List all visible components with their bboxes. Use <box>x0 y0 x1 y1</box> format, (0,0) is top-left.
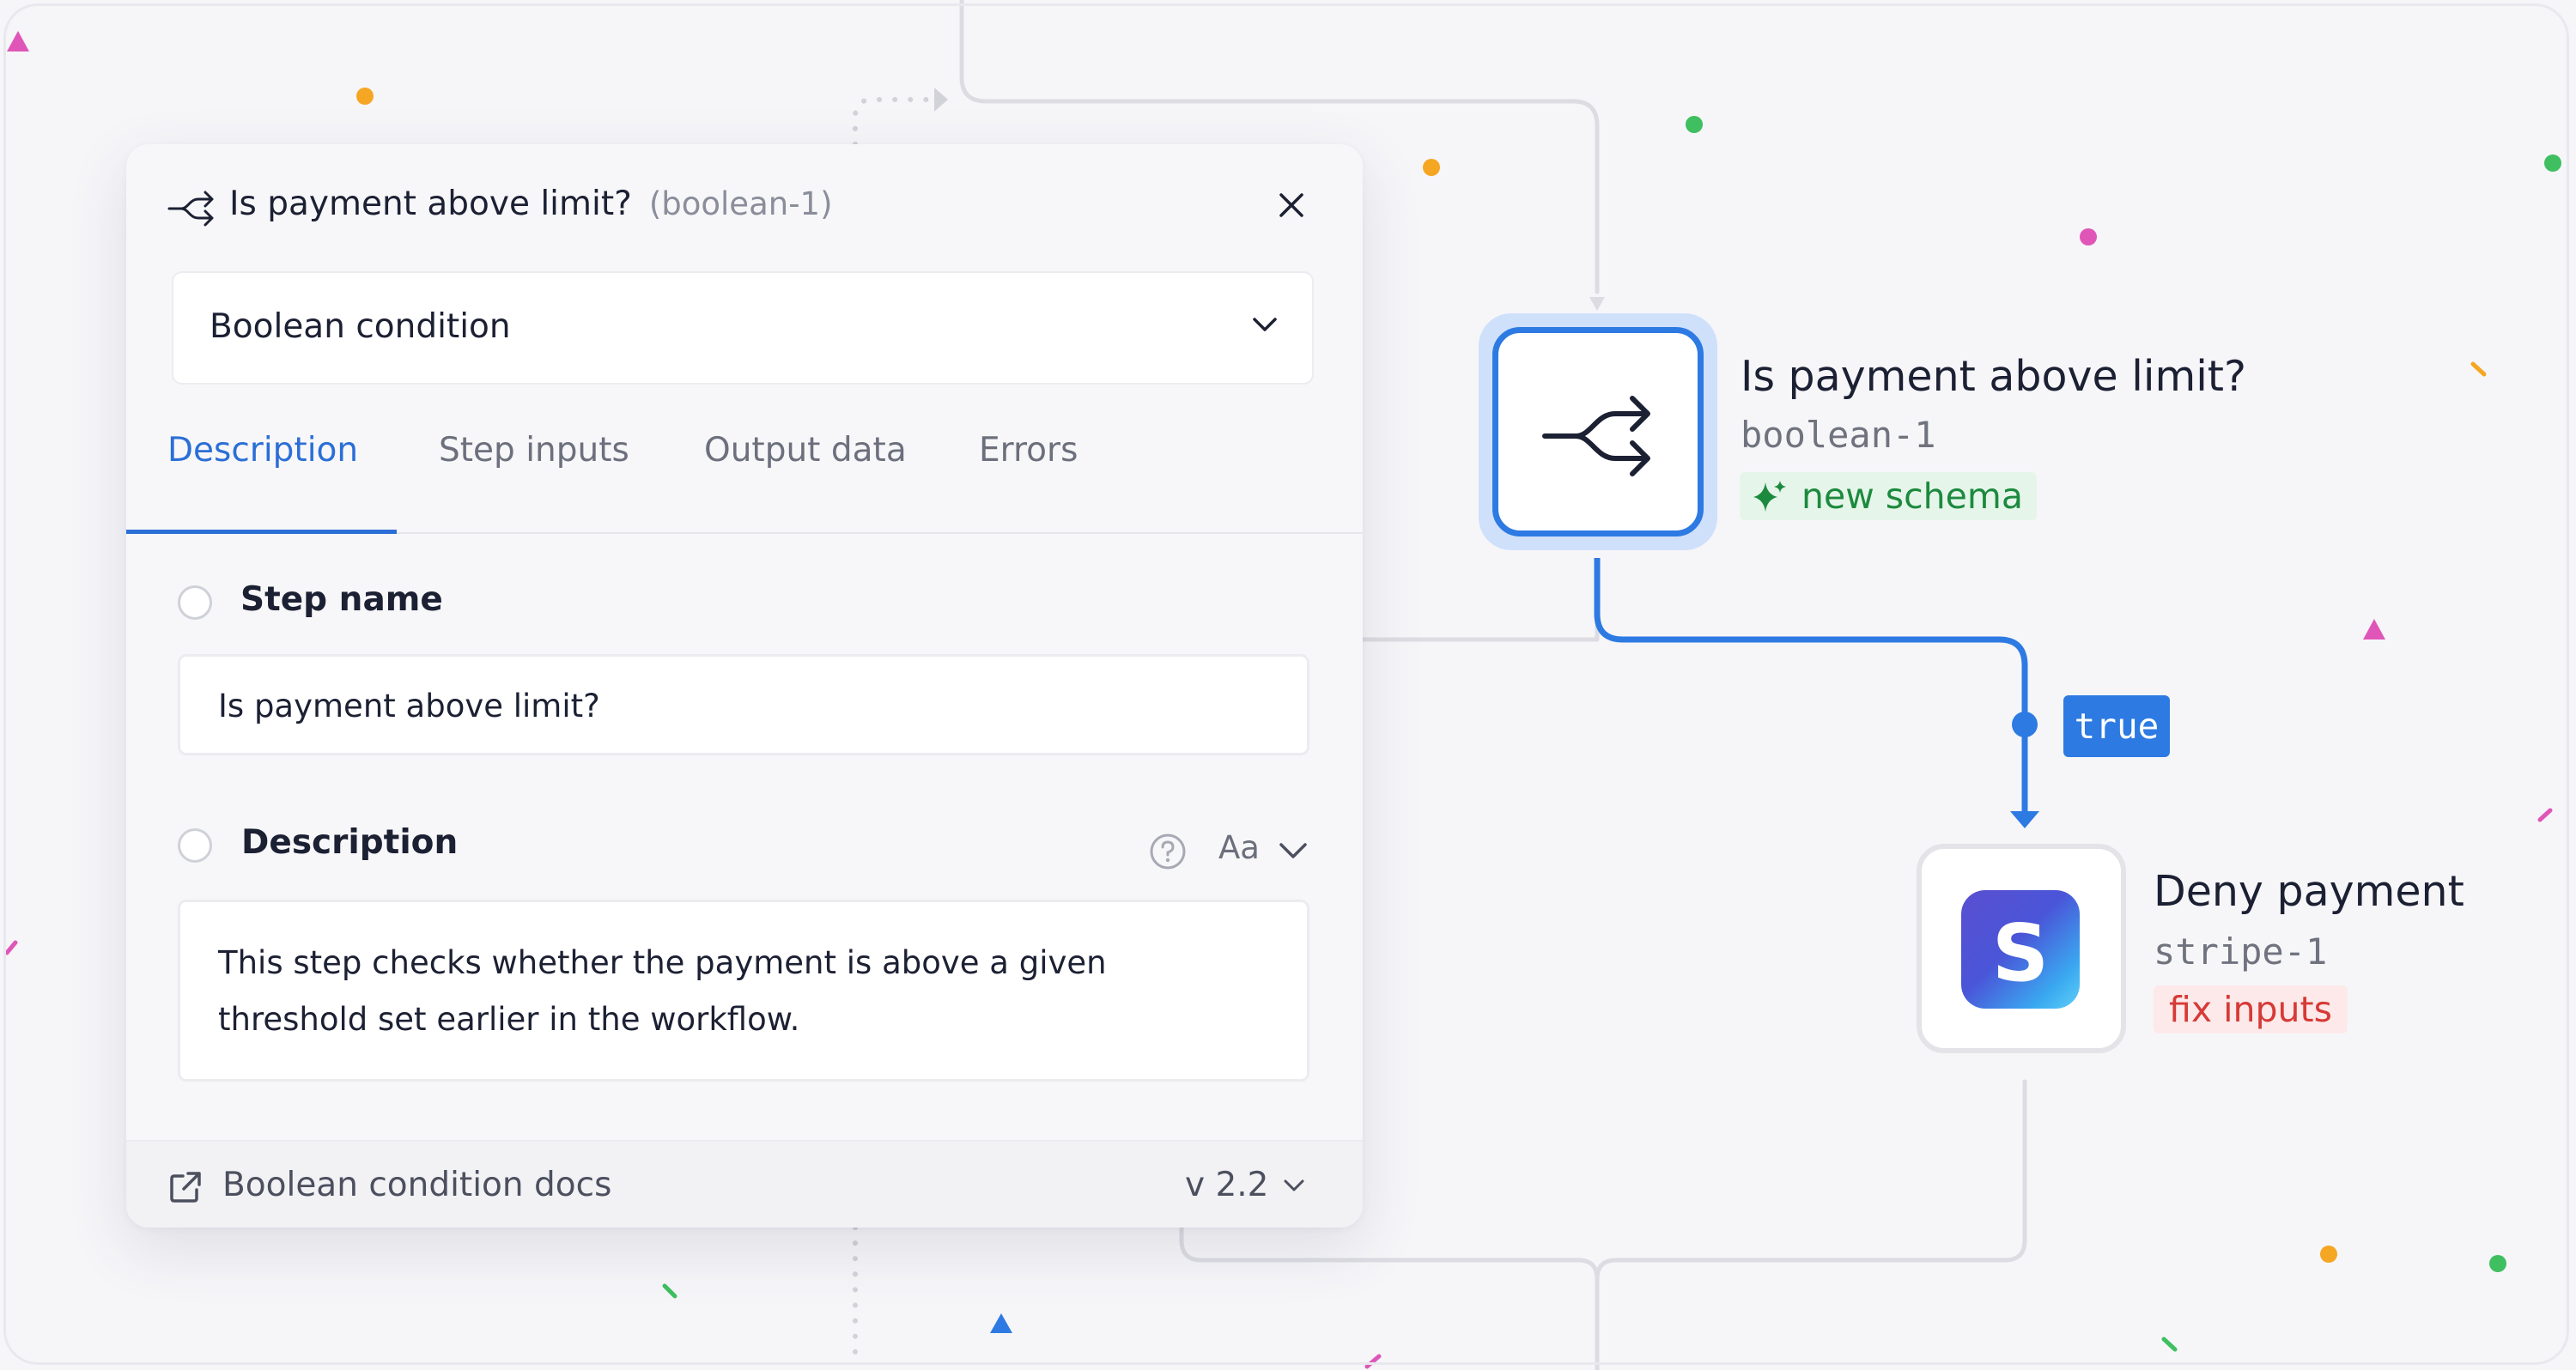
help-icon[interactable] <box>1149 833 1187 870</box>
panel-tabs: Description Step inputs Output data Erro… <box>126 402 1363 508</box>
step-name-value: Is payment above limit? <box>218 688 600 724</box>
step-name-radio[interactable] <box>178 585 212 620</box>
panel-title-text: Is payment above limit? <box>229 185 632 223</box>
tab-errors[interactable]: Errors <box>979 431 1078 470</box>
close-icon[interactable] <box>1279 192 1304 218</box>
new-schema-badge: new schema <box>1740 472 2037 520</box>
panel-header: Is payment above limit? (boolean-1) <box>126 144 1363 264</box>
panel-title-id: (boolean-1) <box>648 185 833 222</box>
step-config-panel: Is payment above limit? (boolean-1) Boole… <box>126 144 1363 1228</box>
arrow-head-in <box>1589 297 1605 311</box>
step-type-select[interactable]: Boolean condition <box>172 271 1314 385</box>
step-type-value: Boolean condition <box>210 307 511 346</box>
version-select[interactable]: v 2.2 <box>1185 1166 1304 1204</box>
active-connector <box>1594 558 2028 811</box>
panel-footer: Boolean condition docs v 2.2 <box>126 1140 1363 1228</box>
stripe-logo-letter: S <box>1991 907 2050 999</box>
branch-icon <box>167 191 214 227</box>
version-value: v 2.2 <box>1185 1166 1269 1204</box>
sparkle-icon <box>1753 481 1786 512</box>
tab-description[interactable]: Description <box>167 431 358 470</box>
text-format-label: Aa <box>1218 829 1260 866</box>
chevron-down-icon <box>1284 1179 1304 1191</box>
description-label: Description <box>241 823 459 862</box>
stripe-logo: S <box>1961 890 2080 1009</box>
condition-node-title: Is payment above limit? <box>1741 352 2247 401</box>
branch-icon <box>1542 396 1650 476</box>
description-radio[interactable] <box>178 828 212 863</box>
stripe-node-title: Deny payment <box>2154 867 2464 916</box>
condition-node[interactable] <box>1492 327 1704 536</box>
connector-arrow-head <box>2010 811 2039 828</box>
step-name-label: Step name <box>240 580 443 619</box>
tab-output-data[interactable]: Output data <box>704 431 907 470</box>
edge-label-true: true <box>2063 695 2170 757</box>
condition-node-id: boolean-1 <box>1741 414 1936 456</box>
chevron-down-icon <box>1253 318 1277 331</box>
chevron-down-icon <box>1279 843 1307 858</box>
docs-link[interactable]: Boolean condition docs <box>222 1166 611 1204</box>
step-name-input[interactable]: Is payment above limit? <box>178 654 1309 755</box>
stripe-node-id: stripe-1 <box>2154 931 2328 973</box>
connector-port[interactable] <box>2012 712 2038 737</box>
panel-title: Is payment above limit? (boolean-1) <box>229 185 833 223</box>
description-textarea[interactable]: This step checks whether the payment is … <box>178 900 1309 1082</box>
active-tab-indicator <box>126 530 397 534</box>
fix-inputs-badge: fix inputs <box>2154 985 2348 1034</box>
dotted-arrow-head <box>934 88 948 112</box>
text-format-toggle[interactable]: Aa <box>1218 829 1307 866</box>
description-value: This step checks whether the payment is … <box>218 944 1107 1038</box>
new-schema-label: new schema <box>1801 476 2023 517</box>
tab-step-inputs[interactable]: Step inputs <box>439 431 629 470</box>
external-link-icon <box>170 1172 201 1203</box>
stripe-node[interactable]: S <box>1917 844 2126 1053</box>
